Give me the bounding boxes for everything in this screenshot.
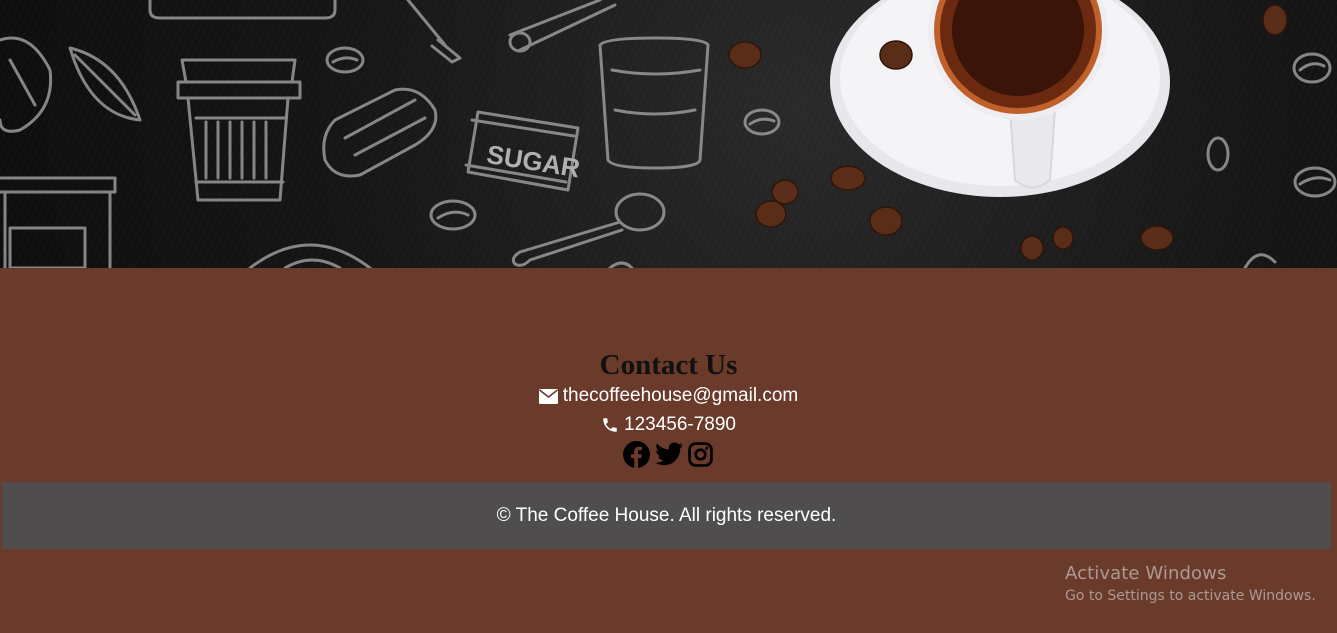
phone-link[interactable]: 123456-7890 [624, 414, 736, 436]
social-links [0, 440, 1337, 468]
copyright-text: © The Coffee House. All rights reserved. [496, 504, 837, 526]
email-link[interactable]: thecoffeehouse@gmail.com [563, 385, 798, 407]
contact-email-row: thecoffeehouse@gmail.com [0, 385, 1337, 407]
instagram-icon[interactable] [687, 440, 715, 468]
envelope-icon [538, 388, 558, 404]
watermark-title: Activate Windows [1065, 563, 1227, 584]
hero-banner-image: SUGAR [0, 0, 1337, 268]
activate-windows-watermark: Activate Windows Go to Settings to activ… [1065, 563, 1316, 606]
watermark-subtitle: Go to Settings to activate Windows. [1065, 588, 1316, 604]
contact-phone-row: 123456-7890 [0, 414, 1337, 436]
page: SUGAR Contact Us thecoffeehouse@gmail.co… [0, 0, 1337, 633]
contact-title: Contact Us [599, 349, 738, 381]
phone-icon [601, 416, 619, 434]
twitter-icon[interactable] [654, 440, 683, 468]
facebook-icon[interactable] [623, 440, 651, 468]
contact-section: Contact Us thecoffeehouse@gmail.com 1234… [0, 268, 1337, 482]
coffee-doodle-illustration: SUGAR [0, 0, 1337, 268]
footer-bar: © The Coffee House. All rights reserved. [2, 482, 1331, 549]
